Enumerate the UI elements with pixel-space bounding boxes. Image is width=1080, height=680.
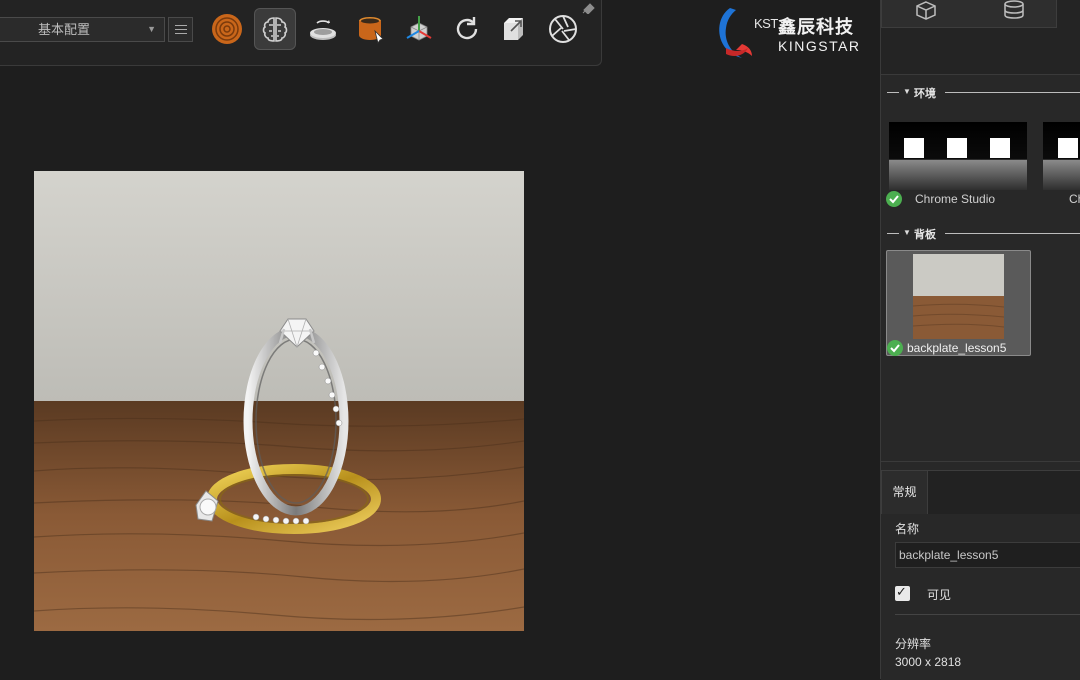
refresh-button[interactable] [446, 8, 488, 50]
export-icon [504, 18, 523, 40]
database-icon[interactable] [1002, 0, 1026, 20]
kingstar-logo: KST 鑫辰科技 KINGSTAR [716, 4, 859, 64]
viewport-render-image[interactable] [34, 171, 524, 631]
ring-render-picture [34, 171, 524, 631]
resolution-value: 3000 x 2818 [895, 655, 962, 669]
brain-icon [262, 17, 288, 42]
turntable-tool-button[interactable] [302, 8, 344, 50]
properties-panel: 常规 名称 backplate_lesson5 ✓ 可见 分辨率 3000 x … [881, 461, 1080, 680]
checkmark-icon: ✓ [896, 584, 907, 599]
tab-general[interactable]: 常规 [881, 470, 928, 514]
aperture-icon [549, 15, 577, 43]
environment-thumb-chrome-studio[interactable] [889, 122, 1027, 190]
paint-bucket-icon [359, 17, 384, 44]
name-field[interactable]: backplate_lesson5 [895, 542, 1080, 568]
transform-tool-button[interactable] [398, 8, 440, 50]
ai-brain-tool-button[interactable] [254, 8, 296, 50]
environment-label-2[interactable]: Ch [1069, 192, 1080, 206]
environment-section-title: 环境 [914, 88, 936, 100]
preset-list-button[interactable] [168, 17, 193, 42]
backplate-section-title: 背板 [914, 229, 936, 241]
visible-label: 可见 [927, 588, 952, 602]
chevron-down-icon: ▼ [147, 24, 156, 34]
export-button[interactable] [494, 8, 536, 50]
selected-check-icon [886, 191, 902, 207]
logo-mark-icon [719, 8, 752, 58]
cube-icon[interactable] [914, 0, 938, 20]
right-panel: ▼ 环境 Chrome Studio Ch [880, 0, 1080, 680]
environment-thumb-2[interactable] [1043, 122, 1080, 190]
caret-down-icon: ▼ [903, 87, 911, 96]
caret-down-icon: ▼ [903, 228, 911, 237]
environment-section-header[interactable]: ▼ 环境 [887, 85, 1080, 100]
backplate-preview-image [913, 254, 1004, 339]
target-icon [212, 14, 242, 44]
name-label: 名称 [895, 522, 920, 536]
backplate-label: backplate_lesson5 [907, 341, 1007, 355]
environment-label[interactable]: Chrome Studio [915, 192, 995, 206]
material-tool-button[interactable] [350, 8, 392, 50]
target-tool-button[interactable] [206, 8, 248, 50]
environment-preview-image [1043, 122, 1080, 190]
backplate-item-selected[interactable]: backplate_lesson5 [886, 250, 1031, 356]
resolution-label: 分辨率 [895, 637, 932, 651]
render-camera-button[interactable] [542, 8, 584, 50]
preset-dropdown-value: 基本配置 [38, 22, 91, 37]
turntable-icon [310, 20, 336, 40]
pin-icon[interactable] [580, 0, 598, 14]
list-icon [175, 25, 187, 26]
logo-company-cn: 鑫辰科技 [778, 17, 854, 37]
visible-checkbox[interactable]: ✓ [895, 584, 910, 601]
right-panel-header [881, 0, 1080, 75]
environment-preview-image [889, 122, 1027, 190]
preset-dropdown[interactable]: 基本配置 ▼ [0, 17, 165, 42]
axis-cube-icon [406, 16, 432, 41]
logo-company-en: KINGSTAR [778, 38, 861, 54]
selected-check-icon [887, 340, 903, 356]
logo-kst-text: KST [754, 16, 778, 31]
backplate-section-header[interactable]: ▼ 背板 [887, 226, 1080, 241]
main-toolbar: 基本配置 ▼ [0, 0, 602, 66]
refresh-icon [456, 17, 478, 40]
panel-tab-bar [881, 0, 1057, 28]
